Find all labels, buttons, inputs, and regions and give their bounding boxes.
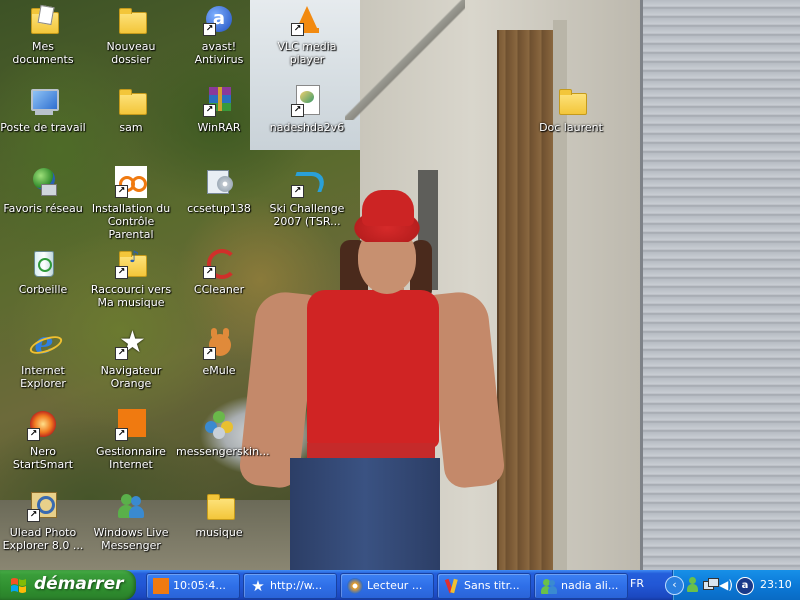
wallpaper-shutter xyxy=(640,0,800,570)
taskbar-button-3[interactable]: Lecteur ... xyxy=(340,573,434,599)
desktop-icon-gestionnaire-internet[interactable]: ↗ Gestionnaire Internet xyxy=(88,409,174,471)
taskbar-button-2[interactable]: ★ http://w... xyxy=(243,573,337,599)
folder-icon xyxy=(115,4,147,36)
desktop-icon-nero-startsmart[interactable]: ↗ Nero StartSmart xyxy=(0,409,86,471)
folder-icon xyxy=(555,85,587,117)
task-label: http://w... xyxy=(270,579,323,592)
wallpaper-person-jeans xyxy=(290,458,440,570)
security-icon[interactable]: a xyxy=(736,577,754,595)
start-label: démarrer xyxy=(34,574,124,594)
desktop-icon-ulead-photo-explorer[interactable]: ↗ Ulead Photo Explorer 8.0 ... xyxy=(0,490,86,552)
media-player-icon xyxy=(347,578,363,594)
emule-icon: ↗ xyxy=(203,328,235,360)
taskbar-button-4[interactable]: Sans titr... xyxy=(437,573,531,599)
messenger-icon xyxy=(541,578,557,594)
desktop-icon-poste-de-travail[interactable]: Poste de travail xyxy=(0,85,86,134)
ulead-icon: ↗ xyxy=(27,490,59,522)
desktop-icon-nouveau-dossier[interactable]: Nouveau dossier xyxy=(88,4,174,66)
messenger-skin-icon xyxy=(203,409,235,441)
messenger-status-icon[interactable] xyxy=(685,577,701,593)
wallpaper-person-top xyxy=(307,290,439,448)
recycle-bin-icon xyxy=(27,247,59,279)
volume-icon[interactable]: ◀) xyxy=(719,577,735,593)
desktop-icon-musique[interactable]: musique xyxy=(176,490,262,539)
taskbar: démarrer 10:05:4... ★ http://w... Lecteu… xyxy=(0,570,800,600)
avast-icon: a ↗ xyxy=(203,4,235,36)
desktop-icon-mes-documents[interactable]: Mes documents xyxy=(0,4,86,66)
system-tray: ‹ ◀) a 23:10 xyxy=(665,570,800,600)
desktop-icon-ccsetup138[interactable]: ccsetup138 xyxy=(176,166,262,215)
my-documents-icon xyxy=(27,4,59,36)
vlc-icon: ↗ xyxy=(291,4,323,36)
desktop-icon-emule[interactable]: ↗ eMule xyxy=(176,328,262,377)
desktop-icon-navigateur-orange[interactable]: ★ ↗ Navigateur Orange xyxy=(88,328,174,391)
desktop-icon-winrar[interactable]: ↗ WinRAR xyxy=(176,85,262,134)
desktop-icon-corbeille[interactable]: Corbeille xyxy=(0,247,86,296)
task-label: Sans titr... xyxy=(464,579,520,592)
desktop-icon-vlc[interactable]: ↗ VLC media player xyxy=(264,4,350,66)
network-icon[interactable] xyxy=(702,577,719,593)
network-places-icon xyxy=(27,166,59,198)
installer-icon xyxy=(203,166,235,198)
orange-icon xyxy=(153,578,169,594)
taskbar-button-1[interactable]: 10:05:4... xyxy=(146,573,240,599)
desktop-icon-windows-live-messenger[interactable]: Windows Live Messenger xyxy=(88,490,174,552)
desktop[interactable]: Mes documents Poste de travail Favoris r… xyxy=(0,0,800,570)
desktop-icon-raccourci-ma-musique[interactable]: ♪ ↗ Raccourci vers Ma musique xyxy=(88,247,174,309)
messenger-icon xyxy=(115,490,147,522)
orange-manager-icon: ↗ xyxy=(115,409,147,441)
desktop-icon-sam[interactable]: sam xyxy=(88,85,174,134)
desktop-icon-messengerskin[interactable]: messengerskin... xyxy=(176,409,270,458)
image-file-icon: ↗ xyxy=(291,85,323,117)
folder-icon xyxy=(203,490,235,522)
wallpaper-person-hat-crown xyxy=(362,190,414,226)
wallpaper-roof-edge xyxy=(345,0,465,120)
taskbar-button-5[interactable]: nadia ali... xyxy=(534,573,628,599)
desktop-icon-ccleaner[interactable]: ↗ CCleaner xyxy=(176,247,262,296)
desktop-icon-installation-controle-parental[interactable]: ↗ Installation du Contrôle Parental xyxy=(88,166,174,241)
desktop-icon-internet-explorer[interactable]: e Internet Explorer xyxy=(0,328,86,391)
internet-explorer-icon: e xyxy=(27,328,65,360)
task-label: 10:05:4... xyxy=(173,579,226,592)
ccleaner-icon: ↗ xyxy=(203,247,237,279)
desktop-icon-doc-laurent[interactable]: Doc laurent xyxy=(528,85,614,134)
desktop-icon-nadeshda2v6[interactable]: ↗ nadeshda2v6 xyxy=(264,85,350,134)
my-computer-icon xyxy=(27,85,59,117)
folder-icon xyxy=(115,85,147,117)
desktop-icon-avast[interactable]: a ↗ avast! Antivirus xyxy=(176,4,262,66)
language-indicator[interactable]: FR xyxy=(630,577,644,590)
star-browser-icon: ★ xyxy=(251,577,265,595)
desktop-icon-ski-challenge[interactable]: ↗ Ski Challenge 2007 (TSR... xyxy=(264,166,350,228)
orange-parental-control-icon: ↗ xyxy=(115,166,147,198)
desktop-icon-favoris-reseau[interactable]: Favoris réseau xyxy=(0,166,86,215)
paint-icon xyxy=(444,578,460,594)
orange-browser-icon: ★ ↗ xyxy=(115,328,147,360)
task-label: Lecteur ... xyxy=(367,579,423,592)
ski-challenge-icon: ↗ xyxy=(289,166,329,198)
nero-icon: ↗ xyxy=(27,409,59,441)
start-button[interactable]: démarrer xyxy=(0,570,136,600)
wallpaper-person-belt xyxy=(307,443,435,459)
show-hidden-icon[interactable]: ‹ xyxy=(665,576,684,595)
clock[interactable]: 23:10 xyxy=(760,578,792,591)
task-label: nadia ali... xyxy=(561,579,619,592)
windows-logo-icon xyxy=(11,578,26,593)
winrar-icon: ↗ xyxy=(203,85,235,117)
music-folder-icon: ♪ ↗ xyxy=(115,247,147,279)
